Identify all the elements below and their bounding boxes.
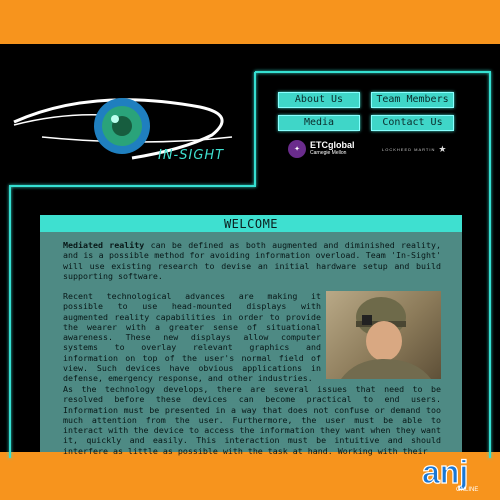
star-icon: ★ bbox=[438, 144, 448, 154]
etc-circle-icon: ✦ bbox=[288, 140, 306, 158]
intro-paragraph: Mediated reality can be defined as both … bbox=[63, 240, 441, 281]
nav-about-us-button[interactable]: About Us bbox=[278, 92, 360, 108]
logo-text: IN-SIGHT bbox=[158, 148, 225, 163]
welcome-heading: WELCOME bbox=[40, 215, 462, 232]
etc-global-logo[interactable]: ✦ ETCglobal Carnegie Mellon bbox=[288, 140, 355, 158]
intro-bold-term: Mediated reality bbox=[63, 240, 145, 250]
technology-paragraph: Recent technological advances are making… bbox=[63, 291, 321, 384]
nav-media-button[interactable]: Media bbox=[278, 115, 360, 131]
etc-logo-line1: ETCglobal bbox=[310, 140, 355, 150]
lockheed-martin-logo[interactable]: LOCKHEED MARTIN ★ bbox=[382, 144, 447, 155]
nav-contact-us-button[interactable]: Contact Us bbox=[371, 115, 454, 131]
top-orange-bar bbox=[0, 0, 500, 44]
anj-online-logo[interactable]: anj ONLINE bbox=[420, 453, 488, 493]
soldier-photo bbox=[326, 291, 441, 379]
insight-eye-logo[interactable] bbox=[12, 95, 242, 175]
anj-logo-text: anj bbox=[422, 454, 468, 490]
lockheed-martin-text: LOCKHEED MARTIN bbox=[382, 147, 436, 152]
anj-logo-sub: ONLINE bbox=[456, 487, 478, 493]
issues-paragraph: As the technology develops, there are se… bbox=[63, 384, 441, 456]
etc-logo-line2: Carnegie Mellon bbox=[310, 150, 347, 156]
nav-team-members-button[interactable]: Team Members bbox=[371, 92, 454, 108]
